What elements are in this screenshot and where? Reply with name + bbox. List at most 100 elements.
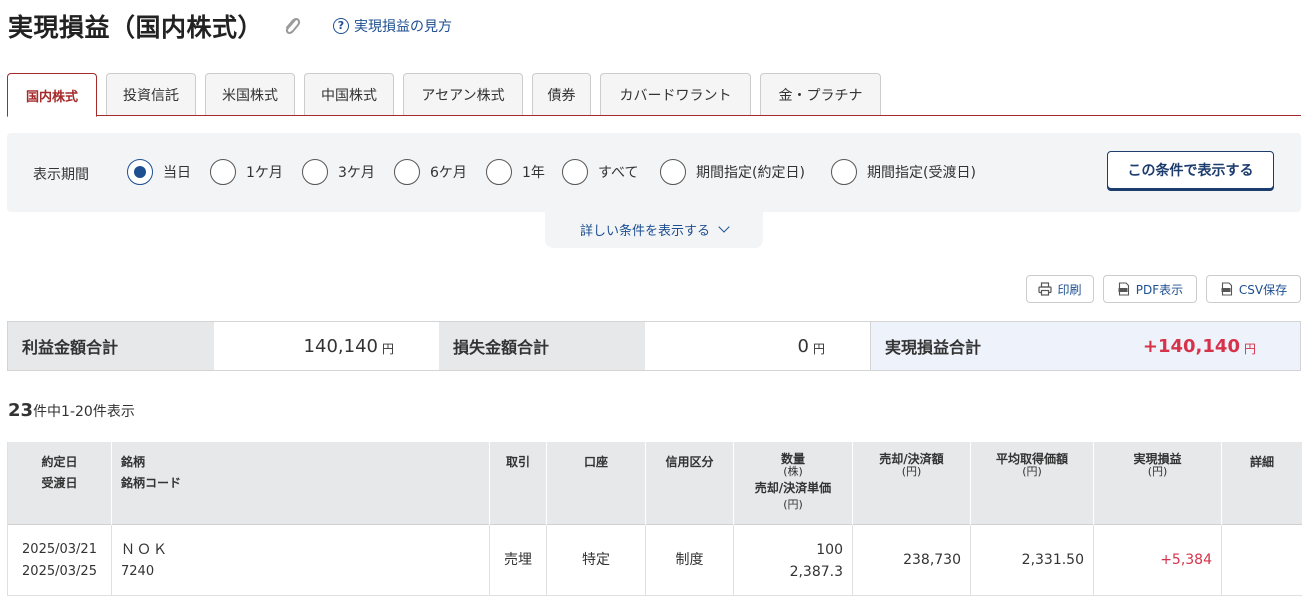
tab-bonds[interactable]: 債券	[532, 73, 591, 115]
tab-asean-stocks[interactable]: アセアン株式	[403, 73, 523, 115]
period-label: 表示期間	[33, 167, 89, 183]
col-realized-pl: 実現損益 (円)	[1094, 442, 1222, 525]
security-code: 7240	[121, 564, 155, 579]
col-security-code: 銘柄コード	[121, 476, 182, 490]
radio-circle[interactable]	[831, 159, 857, 185]
result-count-text: 件中1-20件表示	[33, 404, 135, 420]
yen-unit: 円	[381, 341, 394, 356]
radio-circle[interactable]	[562, 159, 588, 185]
col-amount-unit: (円)	[901, 465, 922, 478]
radio-label: すべて	[598, 165, 639, 181]
result-count: 23件中1-20件表示	[8, 400, 135, 421]
radio-label: 6ケ月	[430, 165, 467, 181]
col-credit: 信用区分	[646, 442, 734, 525]
help-link-label: 実現損益の見方	[354, 19, 452, 35]
paperclip-icon[interactable]	[282, 15, 302, 39]
printer-icon	[1038, 282, 1053, 296]
tab-china-stocks[interactable]: 中国株式	[304, 73, 394, 115]
radio-label: 1ケ月	[246, 165, 283, 181]
radio-circle[interactable]	[486, 159, 512, 185]
cell-realized-pl: +5,384	[1094, 525, 1222, 596]
page-title: 実現損益（国内株式）	[8, 13, 264, 42]
radio-circle-checked[interactable]	[127, 159, 153, 185]
col-security: 銘柄 銘柄コード	[112, 442, 490, 525]
cell-amount: 238,730	[853, 525, 971, 596]
pdf-button[interactable]: PDF表示	[1103, 275, 1197, 303]
col-realized-pl-unit: (円)	[1147, 465, 1168, 478]
radio-1year[interactable]: 1年	[486, 159, 545, 185]
apply-filter-button[interactable]: この条件で表示する	[1107, 151, 1274, 189]
realized-total-box: 実現損益合計 +140,140 円	[870, 322, 1300, 370]
radio-today[interactable]: 当日	[127, 159, 191, 185]
help-link[interactable]: ? 実現損益の見方	[333, 16, 452, 36]
loss-total-label: 損失金額合計	[439, 322, 645, 370]
col-qty: 数量	[780, 452, 805, 466]
radio-circle[interactable]	[302, 159, 328, 185]
tab-covered-warrants[interactable]: カバードワラント	[600, 73, 751, 115]
col-trade-date: 約定日	[41, 455, 78, 469]
table-row: 2025/03/21 2025/03/25 ＮＯＫ 7240 売埋 特定 制度 …	[8, 525, 1302, 596]
csv-label: CSV保存	[1238, 282, 1288, 297]
result-count-total: 23	[8, 400, 34, 421]
cell-dates: 2025/03/21 2025/03/25	[8, 525, 112, 596]
security-name[interactable]: ＮＯＫ	[121, 539, 489, 561]
cell-credit: 制度	[646, 525, 734, 596]
cell-detail	[1222, 525, 1302, 596]
cell-qty-price: 100 2,387.3	[734, 525, 853, 596]
csv-file-icon	[1221, 282, 1232, 296]
print-label: 印刷	[1057, 282, 1082, 297]
radio-label: 3ケ月	[338, 165, 375, 181]
market-tabs: 国内株式 投資信託 米国株式 中国株式 アセアン株式 債券 カバードワラント 金…	[7, 73, 1301, 117]
col-realized-pl-label: 実現損益	[1133, 452, 1182, 466]
trade-date: 2025/03/21	[22, 542, 97, 557]
col-avg-cost-unit: (円)	[1022, 465, 1042, 478]
loss-total-number: 0	[797, 335, 809, 357]
col-amount-label: 売却/決済額	[879, 452, 944, 466]
radio-label: 1年	[522, 165, 545, 181]
tab-us-stocks[interactable]: 米国株式	[205, 73, 295, 115]
radio-circle[interactable]	[394, 159, 420, 185]
yen-unit: 円	[812, 341, 825, 356]
pdf-label: PDF表示	[1135, 282, 1184, 297]
radio-3month[interactable]: 3ケ月	[302, 159, 375, 185]
radio-label: 期間指定(約定日)	[696, 165, 805, 181]
col-price: 売却/決済単価	[754, 481, 832, 495]
csv-button[interactable]: CSV保存	[1206, 275, 1301, 303]
tab-gold-platinum[interactable]: 金・プラチナ	[760, 73, 881, 115]
pdf-file-icon	[1118, 282, 1129, 296]
radio-circle[interactable]	[660, 159, 686, 185]
show-more-label: 詳しい条件を表示する	[579, 223, 710, 239]
radio-range-trade-date[interactable]: 期間指定(約定日)	[660, 159, 805, 185]
profit-total-number: 140,140	[303, 335, 378, 357]
cell-trade: 売埋	[490, 525, 547, 596]
col-avg-cost: 平均取得価額 (円)	[971, 442, 1094, 525]
yen-unit: 円	[1243, 341, 1256, 356]
col-dates: 約定日 受渡日	[8, 442, 112, 525]
col-price-unit: (円)	[783, 498, 803, 511]
cell-avg-cost: 2,331.50	[971, 525, 1094, 596]
radio-1month[interactable]: 1ケ月	[210, 159, 283, 185]
question-icon: ?	[333, 18, 349, 34]
radio-range-settle-date[interactable]: 期間指定(受渡日)	[831, 159, 976, 185]
summary-bar: 利益金額合計 140,140 円 損失金額合計 0 円 実現損益合計 +140,…	[7, 321, 1301, 371]
loss-total-value: 0 円	[645, 322, 825, 370]
radio-all[interactable]: すべて	[562, 159, 638, 185]
tab-domestic-stocks[interactable]: 国内株式	[7, 73, 97, 117]
settle-date: 2025/03/25	[22, 564, 97, 579]
unit-price: 2,387.3	[789, 564, 843, 580]
col-security-name: 銘柄	[121, 455, 146, 469]
col-account: 口座	[547, 442, 646, 525]
realized-total-value: +140,140 円	[1071, 322, 1256, 370]
tab-mutual-funds[interactable]: 投資信託	[106, 73, 196, 115]
quantity: 100	[816, 542, 843, 558]
col-avg-cost-label: 平均取得価額	[995, 452, 1068, 466]
chevron-down-icon	[718, 221, 730, 233]
print-button[interactable]: 印刷	[1026, 275, 1094, 303]
radio-circle[interactable]	[210, 159, 236, 185]
realized-total-number: +140,140	[1142, 335, 1240, 357]
radio-6month[interactable]: 6ケ月	[394, 159, 467, 185]
show-more-conditions-toggle[interactable]: 詳しい条件を表示する	[545, 210, 763, 248]
realized-total-label: 実現損益合計	[885, 338, 982, 357]
col-trade: 取引	[490, 442, 547, 525]
col-qty-unit: (株)	[783, 465, 803, 478]
